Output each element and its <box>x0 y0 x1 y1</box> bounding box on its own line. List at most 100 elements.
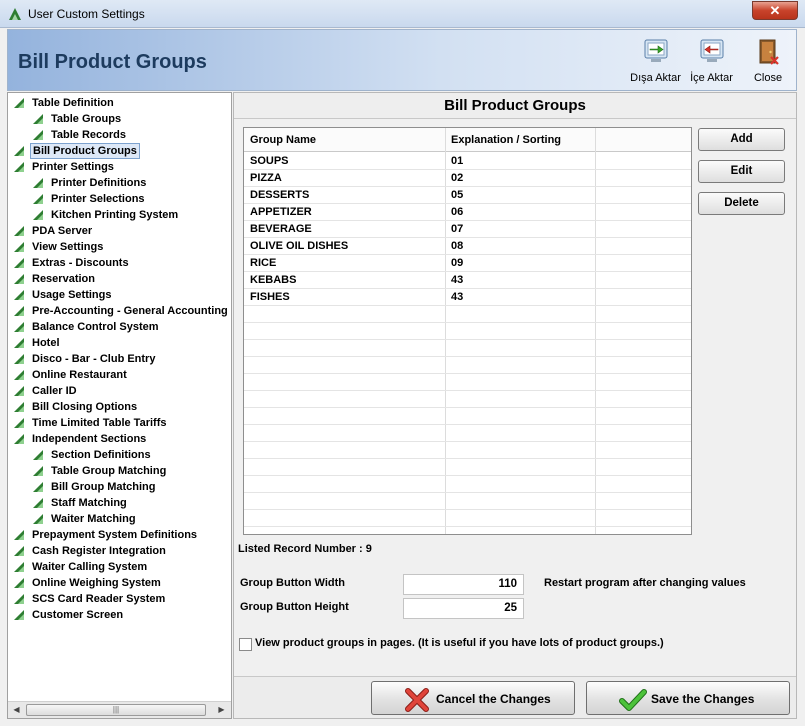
tree-node-icon <box>33 450 43 460</box>
tree-node-icon <box>14 578 24 588</box>
export-icon <box>644 39 667 62</box>
tree-node-icon <box>14 162 24 172</box>
groups-table[interactable]: Group Name Explanation / Sorting SOUPS 01… <box>243 127 692 535</box>
table-row[interactable] <box>244 476 691 493</box>
tree-node-icon <box>14 370 24 380</box>
table-header: Group Name Explanation / Sorting <box>244 128 691 152</box>
table-row[interactable] <box>244 357 691 374</box>
table-row[interactable] <box>244 340 691 357</box>
close-label: Close <box>753 72 783 84</box>
table-row[interactable]: PIZZA 02 <box>244 170 691 187</box>
import-label: İçe Aktar <box>690 72 733 84</box>
tree-item-label: SCS Card Reader System <box>32 593 166 605</box>
door-close-icon <box>759 39 779 65</box>
table-row[interactable]: BEVERAGE 07 <box>244 221 691 238</box>
cell-group-name: FISHES <box>250 291 290 303</box>
action-bar: Cancel the Changes Save the Changes <box>234 676 796 718</box>
edit-button[interactable]: Edit <box>698 160 785 183</box>
tree-item-label: Hotel <box>32 337 60 349</box>
tree-node-icon <box>33 482 43 492</box>
cell-explanation: 08 <box>451 240 464 252</box>
table-row[interactable] <box>244 391 691 408</box>
tree-node-icon <box>33 210 43 220</box>
save-button[interactable]: Save the Changes <box>586 681 790 715</box>
tree-node-icon <box>14 322 24 332</box>
tree-item-label: Table Group Matching <box>51 465 167 477</box>
tree-node-icon <box>14 530 24 540</box>
tree-item-label: Bill Closing Options <box>32 401 138 413</box>
window-titlebar: User Custom Settings ✕ <box>0 0 805 28</box>
record-count: Listed Record Number : 9 <box>238 543 372 555</box>
table-row[interactable]: DESSERTS 05 <box>244 187 691 204</box>
scroll-thumb[interactable]: ||| <box>26 704 206 716</box>
cell-group-name: SOUPS <box>250 155 289 167</box>
window-close-button[interactable]: ✕ <box>752 1 798 20</box>
export-button[interactable]: Dışa Aktar <box>628 34 683 88</box>
tree-item-label: Online Restaurant <box>32 369 127 381</box>
scroll-right-arrow-icon[interactable]: ▶ <box>213 702 230 718</box>
pages-checkbox-label[interactable]: View product groups in pages. (It is use… <box>255 637 664 649</box>
tree-item-label: Waiter Calling System <box>32 561 148 573</box>
tree-item-label: Table Definition <box>32 97 114 109</box>
table-row[interactable] <box>244 323 691 340</box>
tree-horizontal-scrollbar[interactable]: ◀ ||| ▶ <box>8 701 231 718</box>
tree-item-label: Caller ID <box>32 385 77 397</box>
tree-item-label: Extras - Discounts <box>32 257 129 269</box>
table-row[interactable]: SOUPS 01 <box>244 153 691 170</box>
tree-item-label: Section Definitions <box>51 449 151 461</box>
table-row[interactable]: RICE 09 <box>244 255 691 272</box>
tree-node-icon <box>14 226 24 236</box>
width-label: Group Button Width <box>240 577 345 589</box>
tree-node-icon <box>14 290 24 300</box>
tree-item-label: Prepayment System Definitions <box>32 529 198 541</box>
pages-checkbox[interactable] <box>239 638 252 651</box>
cell-group-name: BEVERAGE <box>250 223 312 235</box>
delete-button[interactable]: Delete <box>698 192 785 215</box>
table-row[interactable] <box>244 493 691 510</box>
table-row[interactable]: OLIVE OIL DISHES 08 <box>244 238 691 255</box>
table-row[interactable] <box>244 425 691 442</box>
table-row[interactable] <box>244 306 691 323</box>
table-row[interactable] <box>244 408 691 425</box>
tree-item-label: Table Groups <box>51 113 122 125</box>
cancel-button[interactable]: Cancel the Changes <box>371 681 575 715</box>
tree-item-label: Printer Settings <box>32 161 114 173</box>
cell-explanation: 43 <box>451 291 464 303</box>
tree-node-icon <box>33 130 43 140</box>
tree-node-icon <box>14 434 24 444</box>
group-button-width-input[interactable]: 110 <box>403 574 524 595</box>
tree-item-label: Disco - Bar - Club Entry <box>32 353 156 365</box>
table-row[interactable] <box>244 374 691 391</box>
table-row[interactable]: APPETIZER 06 <box>244 204 691 221</box>
cell-explanation: 09 <box>451 257 464 269</box>
add-button[interactable]: Add <box>698 128 785 151</box>
tree-node-icon <box>33 194 43 204</box>
tree-item-label: Independent Sections <box>32 433 147 445</box>
restart-note: Restart program after changing values <box>544 577 746 589</box>
tree-item-label: Balance Control System <box>32 321 159 333</box>
table-row[interactable]: FISHES 43 <box>244 289 691 306</box>
tree-node-icon <box>14 546 24 556</box>
group-button-height-input[interactable]: 25 <box>403 598 524 619</box>
settings-tree[interactable]: ◀ ||| ▶ Table Definition Table Groups Tabl… <box>7 92 232 719</box>
tree-node-icon <box>33 114 43 124</box>
close-button[interactable]: Close <box>743 34 793 88</box>
tree-node-icon <box>14 242 24 252</box>
column-header-explanation[interactable]: Explanation / Sorting <box>445 128 561 152</box>
tree-item-label: Reservation <box>32 273 95 285</box>
export-label: Dışa Aktar <box>630 72 681 84</box>
column-header-group-name[interactable]: Group Name <box>244 128 316 152</box>
cell-group-name: OLIVE OIL DISHES <box>250 240 349 252</box>
table-row[interactable] <box>244 510 691 527</box>
cell-group-name: RICE <box>250 257 277 269</box>
table-row[interactable]: KEBABS 43 <box>244 272 691 289</box>
table-row[interactable] <box>244 442 691 459</box>
import-icon <box>700 39 723 62</box>
table-row[interactable] <box>244 459 691 476</box>
tree-item-label: Printer Definitions <box>51 177 147 189</box>
import-button[interactable]: İçe Aktar <box>684 34 739 88</box>
tree-item-label: Bill Product Groups <box>30 143 140 159</box>
scroll-left-arrow-icon[interactable]: ◀ <box>8 702 25 718</box>
tree-node-icon <box>14 594 24 604</box>
tree-item-label: PDA Server <box>32 225 93 237</box>
